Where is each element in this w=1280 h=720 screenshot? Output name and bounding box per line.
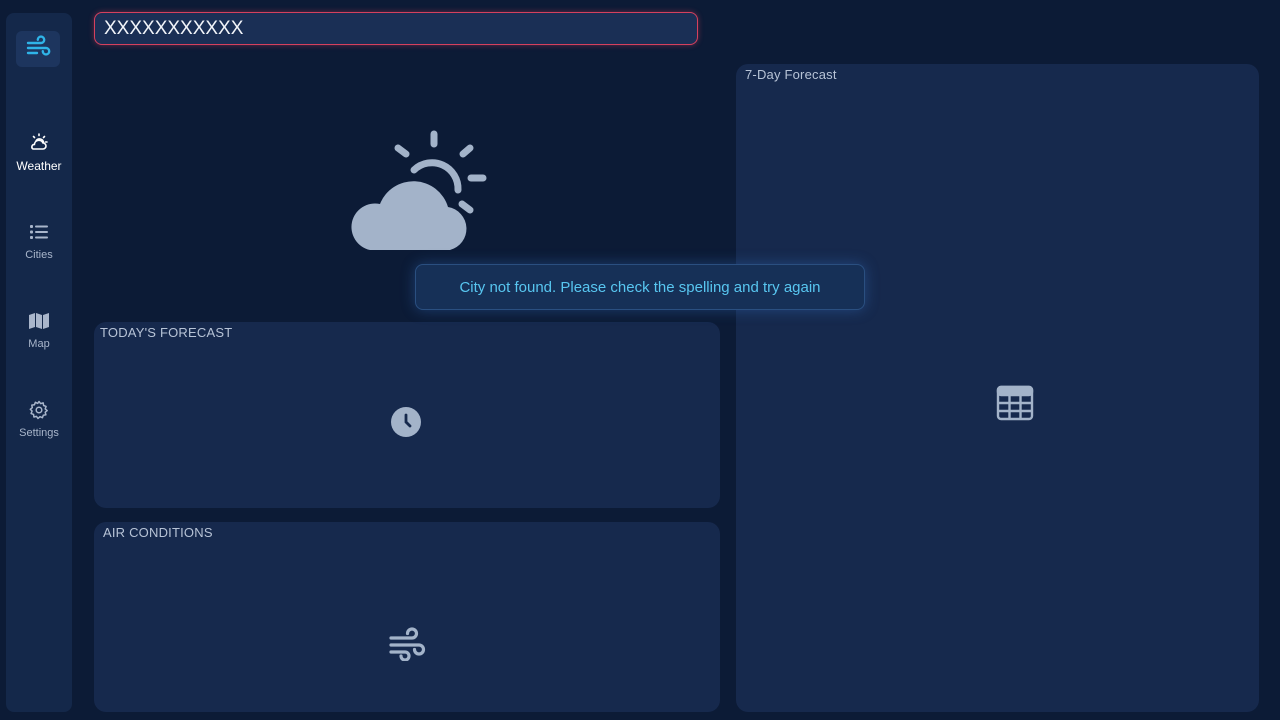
todays-forecast-panel: TODAY'S FORECAST xyxy=(94,322,720,508)
sidebar-item-map[interactable]: Map xyxy=(6,310,72,370)
city-search-input[interactable] xyxy=(94,12,698,45)
panel-title: TODAY'S FORECAST xyxy=(100,325,233,340)
list-icon xyxy=(28,221,50,243)
partly-cloudy-icon xyxy=(340,126,495,256)
sidebar: Weather Cities Map Settings xyxy=(6,13,72,712)
panel-title: 7-Day Forecast xyxy=(745,67,837,82)
sidebar-item-weather[interactable]: Weather xyxy=(6,131,72,191)
wind-icon xyxy=(25,34,51,64)
seven-day-forecast-panel: 7-Day Forecast xyxy=(736,64,1259,712)
sidebar-item-label: Settings xyxy=(19,427,59,439)
app-logo[interactable] xyxy=(16,31,60,67)
sidebar-item-label: Map xyxy=(28,338,50,350)
error-toast: City not found. Please check the spellin… xyxy=(415,264,865,310)
weather-app: Weather Cities Map Settings XXXXXXXXXXX … xyxy=(0,0,1280,720)
toast-message: City not found. Please check the spellin… xyxy=(459,278,821,296)
map-icon xyxy=(28,310,50,332)
sidebar-item-label: Weather xyxy=(16,159,62,173)
cloud-sun-icon xyxy=(28,131,50,153)
sidebar-item-label: Cities xyxy=(25,249,53,261)
table-icon xyxy=(996,385,1034,421)
panel-title: AIR CONDITIONS xyxy=(103,525,213,540)
sidebar-item-cities[interactable]: Cities xyxy=(6,221,72,281)
sidebar-item-settings[interactable]: Settings xyxy=(6,399,72,459)
gear-icon xyxy=(28,399,50,421)
wind-icon xyxy=(387,626,427,662)
clock-icon xyxy=(391,407,421,437)
air-conditions-panel: AIR CONDITIONS xyxy=(94,522,720,712)
